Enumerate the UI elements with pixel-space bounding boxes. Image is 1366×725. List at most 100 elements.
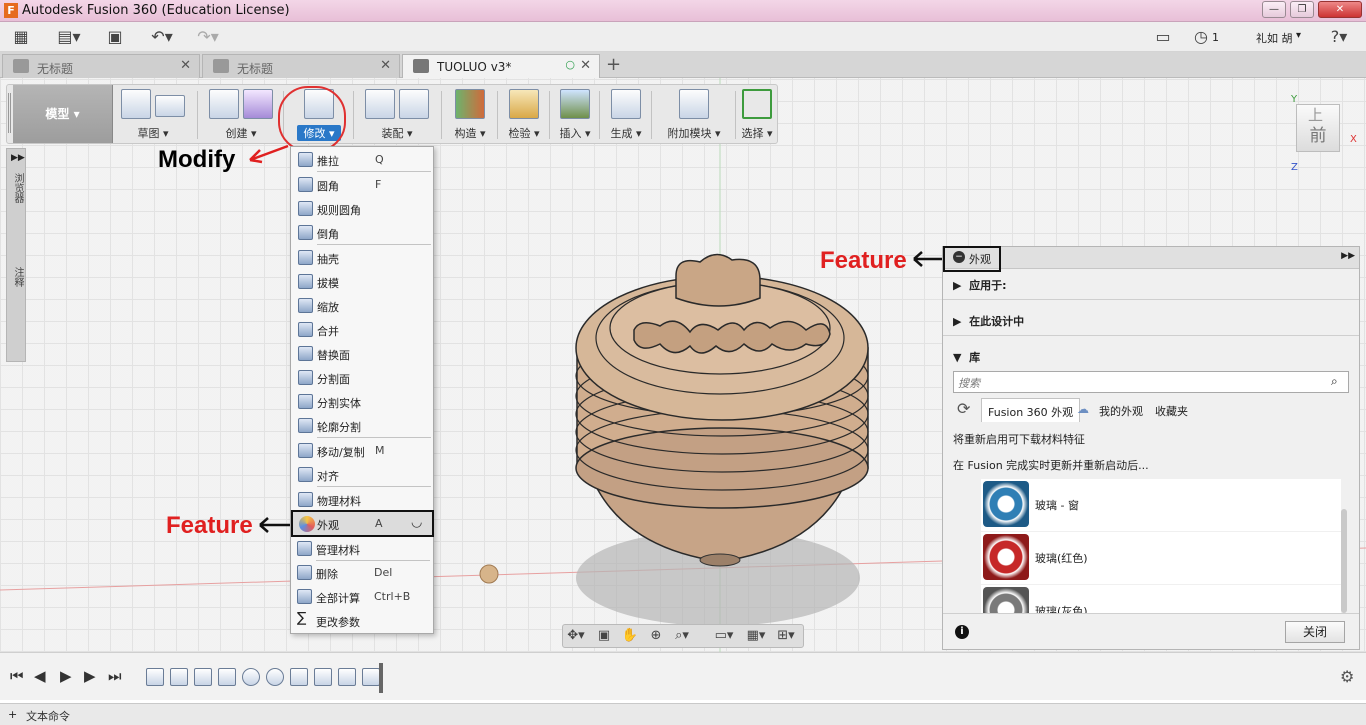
expand-plus-icon[interactable]: + [8,708,17,721]
apply-to-section[interactable]: ▶ 应用于: [953,277,1007,293]
play-icon[interactable]: ▶ [60,667,72,685]
menu-item-manage-materials[interactable]: 管理材料 [290,537,432,560]
menu-item-compute-all[interactable]: 全部计算 Ctrl+B [290,585,432,608]
menu-item-replace-face[interactable]: 替换面 [291,342,433,365]
refresh-icon[interactable]: ⟳ [957,399,970,418]
timeline-revolve-feature[interactable] [170,668,188,686]
text-command-bar[interactable]: + 文本命令 [0,703,1366,725]
create-sketch-icon[interactable] [121,89,151,119]
timeline-fillet-feature[interactable] [266,668,284,686]
tab-close-icon[interactable]: ✕ [180,58,191,73]
menu-item-shell[interactable]: 抽壳 [291,246,433,269]
make-group[interactable]: 生成 ▾ [603,89,649,141]
insert-group[interactable]: 插入 ▾ [553,89,597,141]
sketch-group[interactable]: 草图 ▾ [111,89,195,141]
comments-tab[interactable]: 注释 [10,267,25,287]
create-group[interactable]: 创建 ▾ [201,89,281,141]
comments-icon[interactable]: ▭ [1152,27,1174,47]
tab-untitled-1[interactable]: 无标题 ✕ [2,54,200,78]
menu-item-physical-material[interactable]: 物理材料 [291,488,433,511]
assemble-group[interactable]: 装配 ▾ [357,89,437,141]
menu-item-align[interactable]: 对齐 [291,463,433,486]
grid-settings-icon[interactable]: ▦▾ [745,628,767,645]
job-status-icon[interactable]: ◷ [1192,27,1210,47]
redo-icon[interactable]: ↷▾ [190,27,226,47]
file-menu-icon[interactable]: ▤▾ [54,27,84,47]
measure-icon[interactable] [509,89,539,119]
undo-icon[interactable]: ↶▾ [144,27,180,47]
menu-item-press-pull[interactable]: 推拉 Q [291,148,433,171]
scrollbar[interactable] [1341,509,1347,613]
workspace-switcher[interactable]: 模型 ▾ [13,85,113,143]
tab-my-appearances[interactable]: 我的外观 [1093,398,1149,422]
timeline-extrude-feature[interactable] [314,668,332,686]
look-at-icon[interactable]: ▣ [593,628,615,645]
orbit-icon[interactable]: ✥▾ [565,628,587,645]
tab-fusion-appearances[interactable]: Fusion 360 外观 [981,398,1081,422]
toolbar-grip-icon[interactable] [8,93,11,133]
scripts-icon[interactable] [679,89,709,119]
new-component-icon[interactable] [365,89,395,119]
browser-side-panel[interactable]: ▶▶ 浏览器 注释 [6,148,26,362]
save-icon[interactable]: ▣ [104,27,126,47]
user-menu-chevron-icon[interactable]: ▾ [1296,30,1301,41]
settings-gear-icon[interactable]: ⚙ [1340,667,1354,686]
library-section[interactable]: ▼ 库 [953,349,980,365]
menu-item-split-face[interactable]: 分割面 [291,366,433,389]
fit-icon[interactable]: ⌕▾ [671,628,693,645]
menu-item-silhouette-split[interactable]: 轮廓分割 [291,414,433,437]
tab-untitled-2[interactable]: 无标题 ✕ [202,54,400,78]
joint-icon[interactable] [399,89,429,119]
insert-image-icon[interactable] [560,89,590,119]
menu-item-split-body[interactable]: 分割实体 [291,390,433,413]
timeline-extrude-feature[interactable] [362,668,380,686]
timeline-sketch-feature[interactable] [194,668,212,686]
timeline-fillet-feature[interactable] [242,668,260,686]
appearance-panel-header[interactable]: − 外观 ▶▶ [943,247,1359,269]
form-icon[interactable] [243,89,273,119]
material-row[interactable]: 玻璃(灰色) [981,585,1341,613]
menu-item-combine[interactable]: 合并 [291,318,433,341]
new-tab-plus-icon[interactable]: + [606,54,621,75]
rectangle-icon[interactable] [155,95,185,117]
tab-tuoluo[interactable]: TUOLUO v3* ○ ✕ [402,54,600,78]
menu-item-appearance[interactable]: 外观 A ◡ [291,510,434,537]
help-icon[interactable]: ?▾ [1324,27,1354,47]
user-menu[interactable]: 礼如 胡 [1256,30,1293,46]
material-row[interactable]: 玻璃 - 窗 [981,479,1341,531]
timeline-sketch-feature[interactable] [146,668,164,686]
3d-print-icon[interactable] [611,89,641,119]
menu-item-rule-fillet[interactable]: 规则圆角 [291,197,433,220]
viewports-icon[interactable]: ⊞▾ [775,628,797,645]
expand-panel-icon[interactable]: ▶▶ [11,153,25,163]
tab-favorites[interactable]: 收藏夹 [1149,398,1194,422]
timeline-sketch-feature[interactable] [290,668,308,686]
menu-item-move-copy[interactable]: 移动/复制 M [291,439,433,462]
search-icon[interactable]: ⌕ [1331,374,1338,389]
select-group[interactable]: 选择 ▾ [737,89,777,141]
close-window-button[interactable]: ✕ [1318,1,1362,18]
menu-item-fillet[interactable]: 圆角 F [291,173,433,196]
addins-group[interactable]: 附加模块 ▾ [655,89,733,141]
extrude-icon[interactable] [209,89,239,119]
timeline-extrude-feature[interactable] [218,668,236,686]
in-design-section[interactable]: ▶ 在此设计中 [953,313,1024,329]
browser-tab[interactable]: 浏览器 [10,173,25,203]
step-forward-icon[interactable]: ▶ [84,667,96,685]
inspect-group[interactable]: 检验 ▾ [501,89,547,141]
expand-panel-icon[interactable]: ▶▶ [1341,251,1355,261]
select-icon[interactable] [742,89,772,119]
info-icon[interactable]: i [955,625,969,639]
construct-group[interactable]: 构造 ▾ [445,89,495,141]
menu-item-change-parameters[interactable]: ∑ 更改参数 [290,609,432,632]
go-to-start-icon[interactable]: ⏮ [10,667,24,685]
search-input[interactable]: 搜索 [953,371,1349,393]
timeline-marker[interactable] [379,663,383,693]
tab-close-icon[interactable]: ✕ [580,58,591,73]
go-to-end-icon[interactable]: ⏭ [108,667,122,685]
step-back-icon[interactable]: ◀ [34,667,46,685]
menu-item-draft[interactable]: 拔模 [291,270,433,293]
view-cube-top-face[interactable]: 上 [1308,104,1323,125]
offset-plane-icon[interactable] [455,89,485,119]
view-cube-front-face[interactable]: 前 [1310,126,1327,146]
